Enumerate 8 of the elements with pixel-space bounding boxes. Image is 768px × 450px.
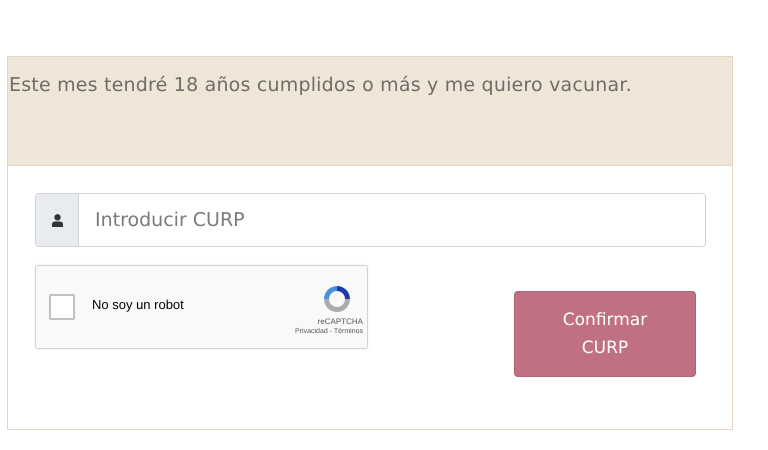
curp-field[interactable]: Introducir CURP	[35, 193, 706, 247]
captcha-label: No soy un robot	[92, 296, 184, 312]
recaptcha-logo-icon	[321, 283, 353, 315]
captcha-checkbox[interactable]	[49, 294, 75, 320]
recaptcha-brand: reCAPTCHA	[318, 317, 363, 326]
confirm-button[interactable]: Confirmar CURP	[514, 291, 696, 377]
header-text: Este mes tendré 18 años cumplidos o más y me quiero vacunar.	[9, 73, 633, 98]
user-icon	[52, 214, 62, 226]
